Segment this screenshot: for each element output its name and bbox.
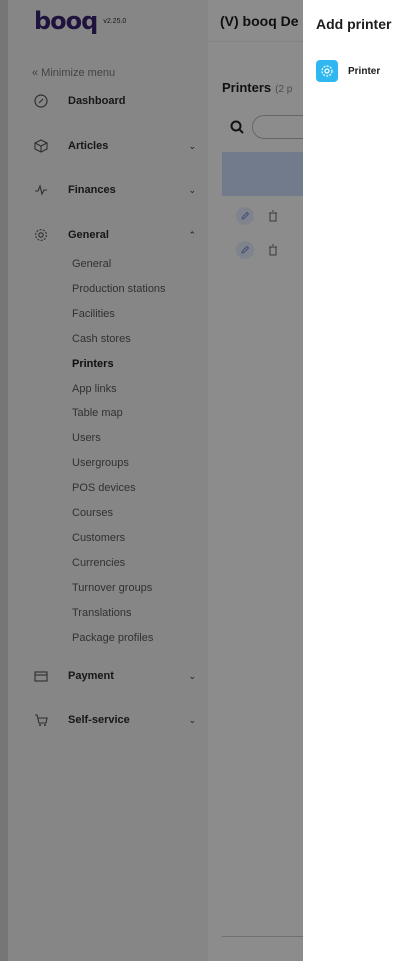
- gear-icon: [316, 60, 338, 82]
- modal-backdrop[interactable]: [0, 0, 303, 961]
- add-printer-panel: Add printer Printer: [303, 0, 398, 961]
- printer-option-label: Printer: [348, 65, 381, 77]
- panel-title: Add printer: [316, 16, 392, 32]
- printer-option[interactable]: Printer: [316, 60, 380, 82]
